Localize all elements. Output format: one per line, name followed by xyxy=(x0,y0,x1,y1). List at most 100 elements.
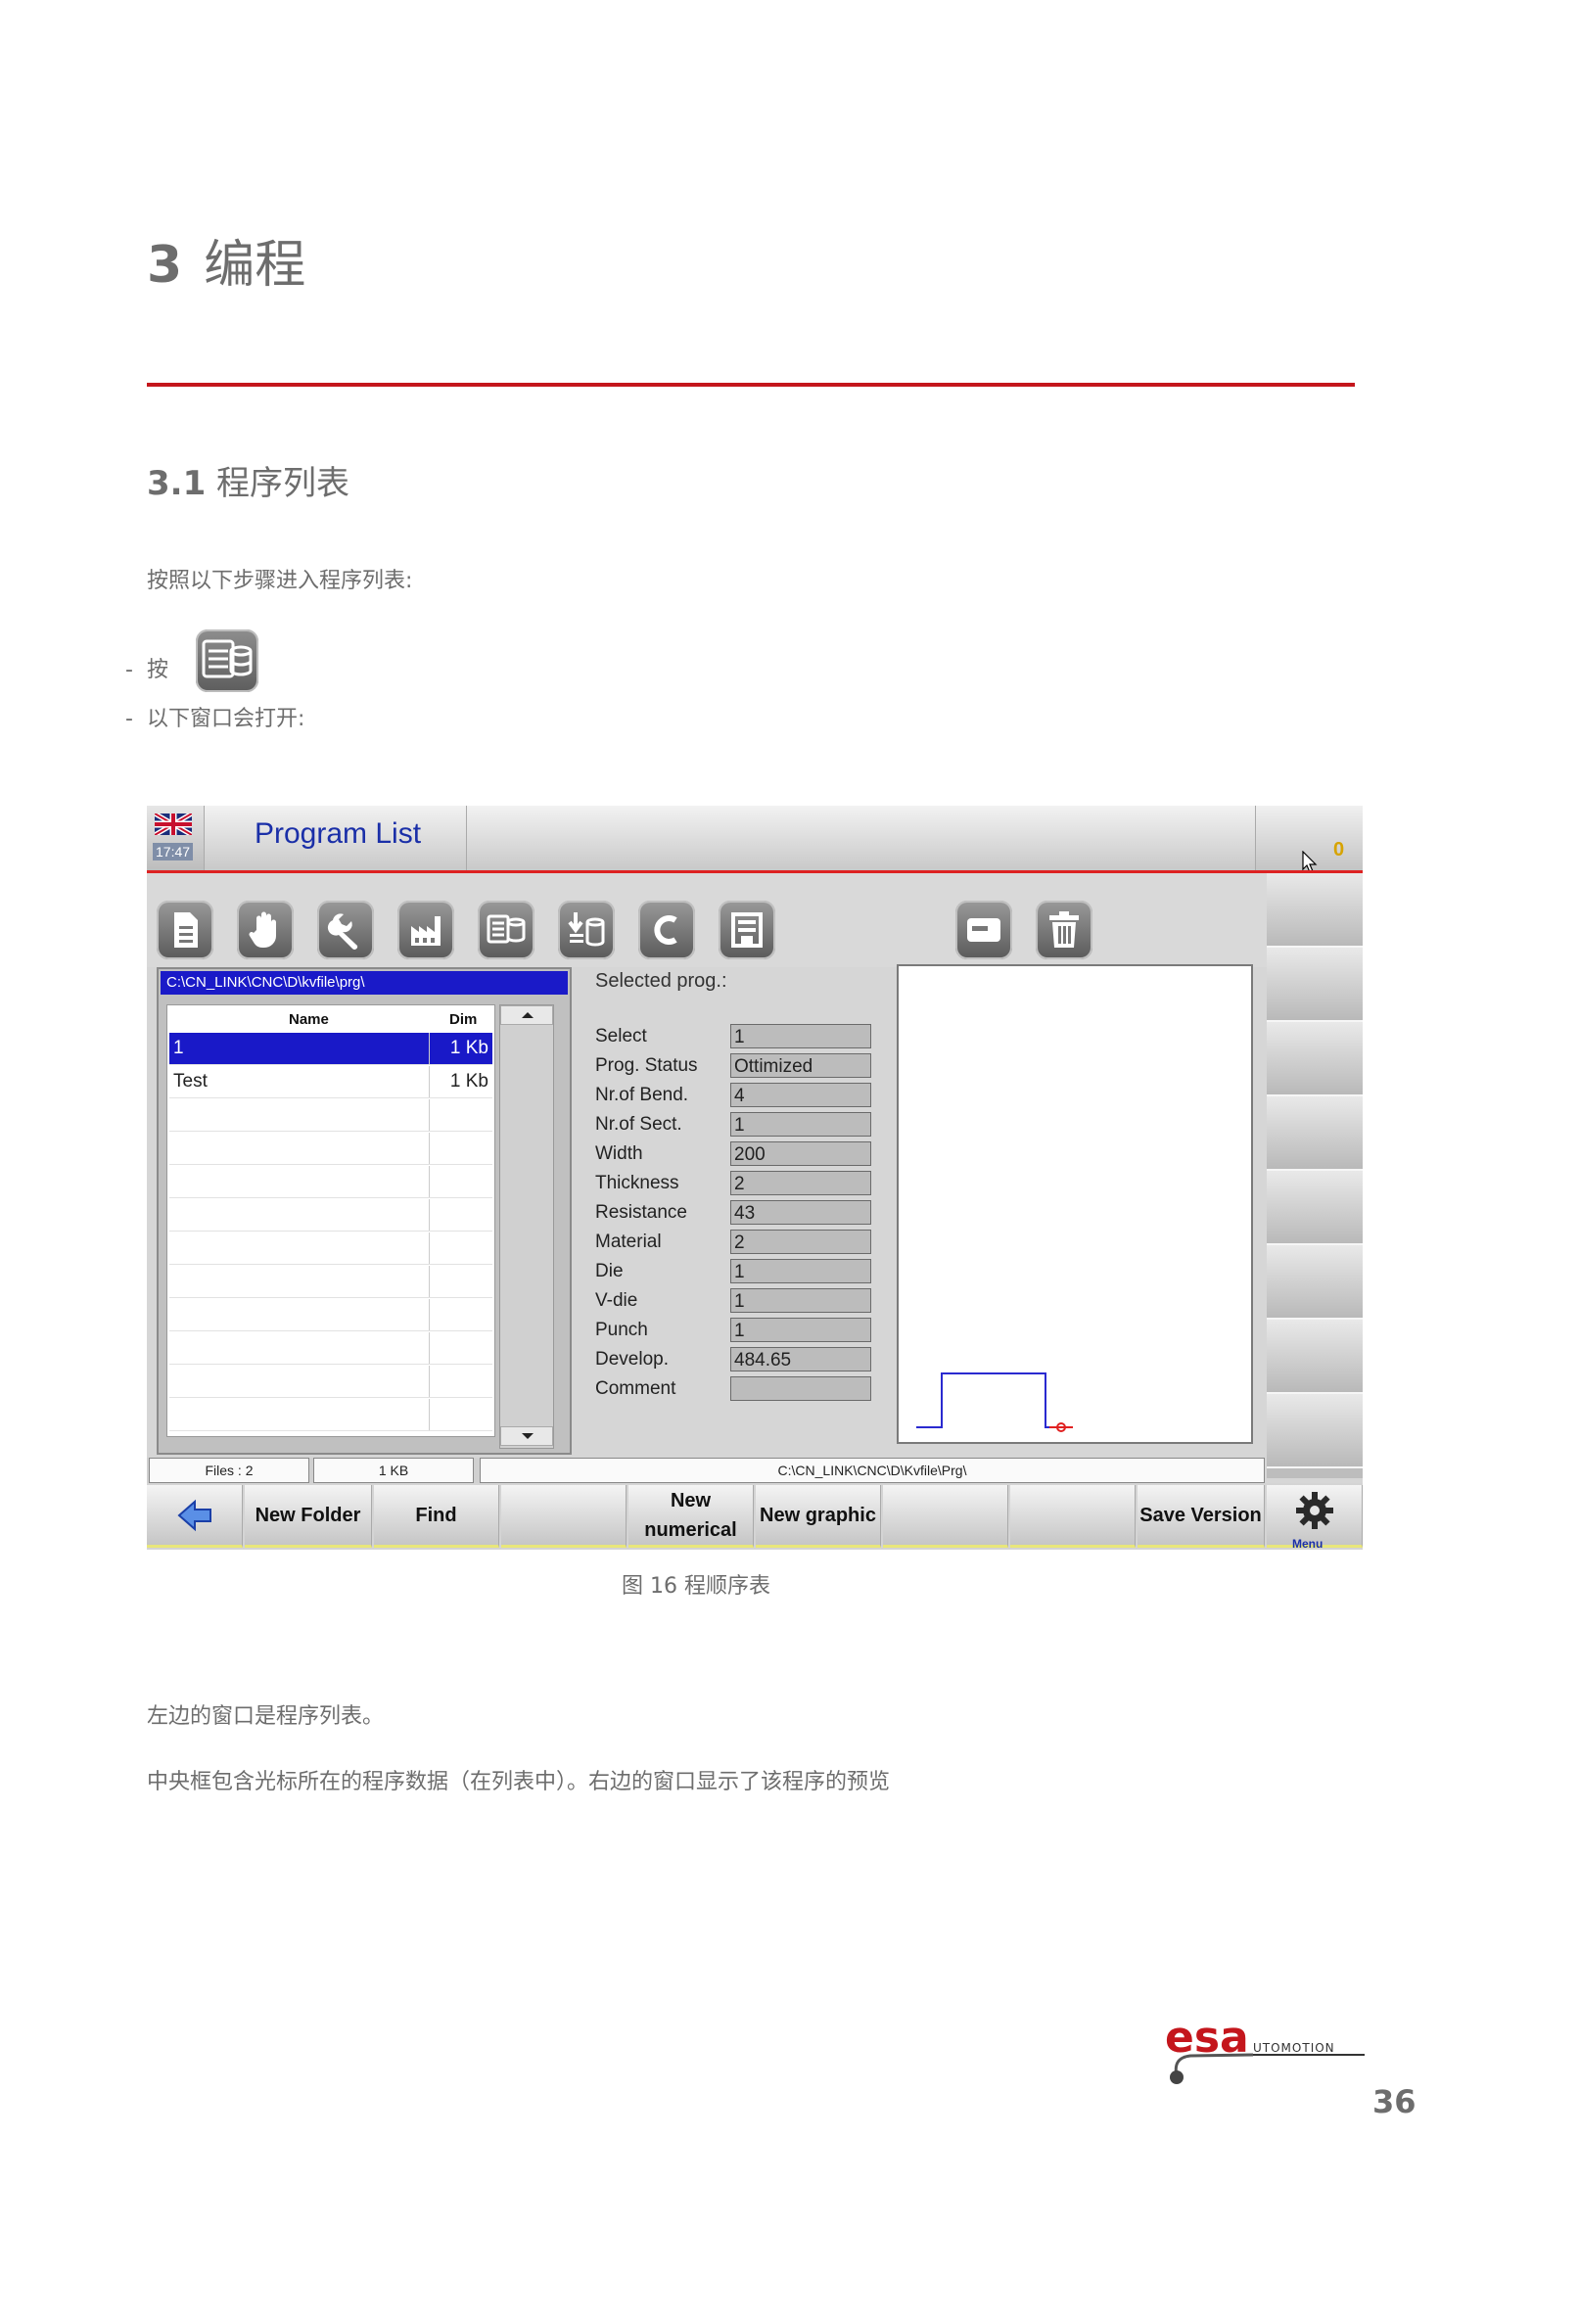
hand-icon xyxy=(249,911,276,948)
table-row[interactable] xyxy=(169,1099,492,1132)
field-label-develop: Develop. xyxy=(595,1349,669,1370)
column-header-dim[interactable]: Dim xyxy=(449,1011,477,1028)
language-clock-box[interactable]: 17:47 xyxy=(147,806,205,870)
table-row[interactable]: 1 1 Kb xyxy=(169,1033,492,1065)
side-softkey-4[interactable] xyxy=(1267,1096,1363,1171)
field-value-develop: 484.65 xyxy=(730,1347,871,1371)
chapter-number: 3 xyxy=(147,236,183,295)
field-label-width: Width xyxy=(595,1143,643,1164)
table-row[interactable] xyxy=(169,1299,492,1331)
arrow-down-icon xyxy=(522,1433,534,1439)
program-list-icon xyxy=(196,629,258,692)
section-number: 3.1 xyxy=(147,464,207,503)
side-softkey-3[interactable] xyxy=(1267,1022,1363,1096)
back-arrow-icon xyxy=(176,1499,211,1531)
new-folder-button[interactable]: New Folder xyxy=(245,1485,372,1548)
side-softkey-5[interactable] xyxy=(1267,1171,1363,1245)
field-label-prog-status: Prog. Status xyxy=(595,1055,698,1076)
tools-button[interactable] xyxy=(317,901,374,959)
table-row[interactable] xyxy=(169,1232,492,1265)
empty-softkey-1[interactable] xyxy=(501,1485,627,1548)
save-version-button[interactable]: Save Version xyxy=(1138,1485,1265,1548)
chapter-title: 编程 xyxy=(204,236,306,295)
gear-icon xyxy=(1295,1492,1333,1529)
table-row[interactable]: Test 1 Kb xyxy=(169,1066,492,1098)
side-softkey-2[interactable] xyxy=(1267,948,1363,1022)
scroll-down-button[interactable] xyxy=(500,1426,553,1446)
uk-flag-icon xyxy=(155,813,192,835)
back-button[interactable] xyxy=(147,1485,243,1548)
chapter-heading: 3 编程 xyxy=(147,223,305,297)
minimize-button[interactable] xyxy=(955,901,1012,959)
row-dim: 1 Kb xyxy=(430,1033,492,1064)
find-button[interactable]: Find xyxy=(374,1485,499,1548)
wrench-icon xyxy=(327,913,358,950)
field-value-nr-bend: 4 xyxy=(730,1083,871,1107)
field-label-punch: Punch xyxy=(595,1320,648,1340)
field-label-material: Material xyxy=(595,1232,662,1252)
table-row[interactable] xyxy=(169,1366,492,1398)
production-button[interactable] xyxy=(397,901,454,959)
arrow-up-icon xyxy=(522,1012,534,1018)
field-label-nr-sect: Nr.of Sect. xyxy=(595,1114,682,1135)
document-button[interactable] xyxy=(157,901,213,959)
step-text: 以下窗口会打开: xyxy=(146,707,305,731)
new-numerical-button[interactable]: New numerical xyxy=(628,1485,754,1548)
intro-text: 按照以下步骤进入程序列表: xyxy=(147,569,413,593)
field-value-width: 200 xyxy=(730,1141,871,1166)
empty-softkey-3[interactable] xyxy=(1010,1485,1136,1548)
field-value-thickness: 2 xyxy=(730,1171,871,1195)
row-name: 1 xyxy=(169,1033,430,1064)
paragraph-2: 中央框包含光标所在的程序数据（在列表中）。右边的窗口显示了该程序的预览 xyxy=(147,1770,891,1794)
program-table: Name Dim 1 1 Kb Test 1 Kb xyxy=(166,1004,495,1437)
figure-caption: 图 16 程顺序表 xyxy=(622,1574,770,1599)
floppy-save-icon xyxy=(731,912,763,948)
trash-icon xyxy=(1049,911,1079,948)
selected-program-header: Selected prog.: xyxy=(595,970,727,992)
status-file-count: Files : 2 xyxy=(149,1458,309,1483)
status-bar: Files : 2 1 KB C:\CN_LINK\CNC\D\Kvfile\P… xyxy=(147,1458,1265,1483)
row-dim: 1 Kb xyxy=(449,1071,488,1092)
side-softkeys xyxy=(1267,873,1363,1478)
field-label-select: Select xyxy=(595,1026,647,1046)
download-database-icon xyxy=(568,912,605,947)
table-row[interactable] xyxy=(169,1133,492,1165)
field-value-select: 1 xyxy=(730,1024,871,1048)
program-list-screenshot: 17:47 Program List 0 C:\CN_LINK\CNC\D\kv… xyxy=(147,806,1363,1550)
import-button[interactable] xyxy=(558,901,615,959)
row-name: Test xyxy=(169,1066,430,1097)
program-list-panel: C:\CN_LINK\CNC\D\kvfile\prg\ Name Dim 1 … xyxy=(157,967,572,1455)
program-list-button[interactable] xyxy=(478,901,534,959)
table-row[interactable] xyxy=(169,1332,492,1365)
side-softkey-1[interactable] xyxy=(1267,873,1363,948)
scroll-up-button[interactable] xyxy=(500,1005,553,1025)
table-row[interactable] xyxy=(169,1399,492,1431)
table-row[interactable] xyxy=(169,1166,492,1198)
table-row[interactable] xyxy=(169,1199,492,1232)
field-label-v-die: V-die xyxy=(595,1290,638,1311)
save-button[interactable] xyxy=(719,901,775,959)
column-header-name[interactable]: Name xyxy=(289,1011,329,1028)
side-softkey-6[interactable] xyxy=(1267,1245,1363,1320)
section-title: 程序列表 xyxy=(216,464,350,503)
empty-softkey-2[interactable] xyxy=(883,1485,1008,1548)
clock: 17:47 xyxy=(153,843,194,860)
status-size: 1 KB xyxy=(313,1458,474,1483)
delete-button[interactable] xyxy=(1036,901,1092,959)
table-row[interactable] xyxy=(169,1266,492,1298)
manual-mode-button[interactable] xyxy=(237,901,294,959)
step-text: 按 xyxy=(146,658,168,682)
side-softkey-7[interactable] xyxy=(1267,1320,1363,1394)
section-heading: 3.1 程序列表 xyxy=(147,456,349,504)
list-scrollbar[interactable] xyxy=(499,1004,554,1449)
clear-button[interactable] xyxy=(638,901,695,959)
menu-label: Menu xyxy=(1292,1537,1324,1550)
svg-text:UTOMOTION: UTOMOTION xyxy=(1253,2041,1335,2055)
field-value-v-die: 1 xyxy=(730,1288,871,1313)
field-label-nr-bend: Nr.of Bend. xyxy=(595,1085,689,1105)
new-graphic-button[interactable]: New graphic xyxy=(756,1485,881,1548)
factory-icon xyxy=(411,916,441,946)
chapter-divider xyxy=(147,383,1355,387)
page-title: Program List xyxy=(255,817,422,850)
side-softkey-8[interactable] xyxy=(1267,1394,1363,1468)
